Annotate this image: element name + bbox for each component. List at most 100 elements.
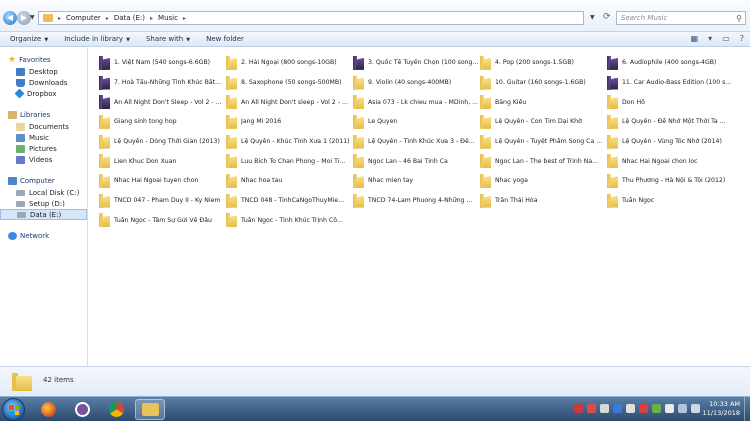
help-icon[interactable]: ?: [740, 34, 744, 43]
folder-item[interactable]: Nhac yoga: [480, 171, 607, 191]
antivirus-icon[interactable]: [574, 404, 583, 413]
folder-item[interactable]: Nhac hoa tau: [226, 171, 353, 191]
folder-item[interactable]: Lệ Quyên - Tình Khúc Xưa 3 - Đê...: [353, 132, 480, 152]
search-icon[interactable]: ⚲: [736, 13, 742, 25]
tray-app-icon[interactable]: [613, 404, 622, 413]
folder-item[interactable]: Trần Thái Hòa: [480, 191, 607, 211]
chevron-right-icon[interactable]: ▸: [183, 15, 186, 22]
breadcrumb-computer[interactable]: Computer: [66, 14, 101, 22]
chevron-right-icon[interactable]: ▸: [106, 15, 109, 22]
chevron-right-icon[interactable]: ▸: [150, 15, 153, 22]
flag-icon[interactable]: [665, 404, 674, 413]
start-button[interactable]: [2, 398, 25, 421]
breadcrumb-data-drive[interactable]: Data (E:): [114, 14, 145, 22]
nav-libraries[interactable]: Libraries: [0, 109, 87, 121]
refresh-icon[interactable]: ⟳: [603, 12, 611, 22]
folder-item[interactable]: 3. Quốc Tế Tuyển Chọn (100 songs-...: [353, 53, 480, 73]
folder-item[interactable]: Nhac Hai Ngoai chon loc: [607, 151, 734, 171]
show-desktop-button[interactable]: [744, 397, 750, 421]
taskbar-viber[interactable]: [67, 399, 97, 420]
clock-time: 10:33 AM: [709, 400, 740, 408]
nav-item-videos[interactable]: Videos: [0, 154, 87, 165]
nav-item-pictures[interactable]: Pictures: [0, 143, 87, 154]
nav-item-desktop[interactable]: Desktop: [0, 66, 87, 77]
forward-arrow-icon[interactable]: ▶: [17, 11, 31, 25]
folder-item[interactable]: Tuấn Ngọc: [607, 191, 734, 211]
folder-item[interactable]: Giang sinh tong hop: [99, 112, 226, 132]
chevron-down-icon[interactable]: ▾: [708, 34, 712, 43]
folder-item[interactable]: Lệ Quyên - Khúc Tình Xưa 1 (2011): [226, 132, 353, 152]
folder-item[interactable]: 2. Hải Ngoại (800 songs-10GB): [226, 53, 353, 73]
nav-item-downloads[interactable]: Downloads: [0, 77, 87, 88]
folder-item[interactable]: Lệ Quyên - Con Tim Dại Khờ: [480, 112, 607, 132]
preview-pane-icon[interactable]: ▭: [722, 34, 730, 43]
folder-item[interactable]: Nhac mien tay: [353, 171, 480, 191]
folder-item[interactable]: 1. Việt Nam (540 songs-6.6GB): [99, 53, 226, 73]
folder-item[interactable]: 8. Saxophone (50 songs-500MB): [226, 73, 353, 93]
folder-label: An All Night Don't Sleep - Vol 2 - ...: [114, 98, 222, 106]
folder-item[interactable]: 4. Pop (200 songs-1.5GB): [480, 53, 607, 73]
nav-item-dropbox[interactable]: Dropbox: [0, 88, 87, 99]
nav-item-local-disk-c[interactable]: Local Disk (C:): [0, 187, 87, 198]
nav-item-data-e[interactable]: Data (E:): [0, 209, 87, 220]
nav-computer[interactable]: Computer: [0, 175, 87, 187]
folder-item[interactable]: Ngoc Lan - 46 Bai Tinh Ca: [353, 151, 480, 171]
folder-item[interactable]: 7. Hoà Tấu-Những Tình Khúc Bất...: [99, 73, 226, 93]
folder-item[interactable]: Lệ Quyên - Dòng Thời Gian (2013): [99, 132, 226, 152]
share-with-menu[interactable]: Share with ▼: [146, 35, 190, 43]
chevron-right-icon[interactable]: ▸: [58, 15, 61, 22]
tray-app-icon[interactable]: [587, 404, 596, 413]
folder-item[interactable]: Le Quyen: [353, 112, 480, 132]
folder-item[interactable]: Nhac Hai Ngoai tuyen chon: [99, 171, 226, 191]
address-history-chevron-icon[interactable]: ▼: [590, 14, 595, 21]
folder-item[interactable]: TNCD 047 - Pham Duy II - Ky Niem: [99, 191, 226, 211]
folder-item[interactable]: Ngoc Lan - The best of Trinh Na...: [480, 151, 607, 171]
nav-item-documents[interactable]: Documents: [0, 121, 87, 132]
folder-item[interactable]: Asia 073 - Lk chieu mua - MDinh, ...: [353, 92, 480, 112]
folder-item[interactable]: Tuấn Ngọc - Tình Khúc Trịnh Cô...: [226, 211, 353, 231]
folder-item[interactable]: TNCD 048 - TinhCaNgoThuyMie...: [226, 191, 353, 211]
taskbar-chrome[interactable]: [101, 399, 131, 420]
back-arrow-icon[interactable]: ◀: [3, 11, 17, 25]
taskbar-firefox[interactable]: [33, 399, 63, 420]
tray-app-icon[interactable]: [600, 404, 609, 413]
folder-item[interactable]: Bằng Kiều: [480, 92, 607, 112]
include-in-library-menu[interactable]: Include in library ▼: [64, 35, 130, 43]
nav-network[interactable]: Network: [0, 230, 87, 242]
folder-item[interactable]: Lệ Quyên - Vùng Tóc Nhớ (2014): [607, 132, 734, 152]
folder-item[interactable]: Lien Khuc Don Xuan: [99, 151, 226, 171]
folder-item[interactable]: Tuấn Ngọc - Tâm Sự Gửi Về Đâu: [99, 211, 226, 231]
tray-app-icon[interactable]: [626, 404, 635, 413]
search-input[interactable]: Search Music ⚲: [616, 11, 746, 25]
folder-item[interactable]: Lệ Quyên - Tuyệt Phẩm Song Ca ...: [480, 132, 607, 152]
folder-item[interactable]: 6. Audiophile (400 songs-4GB): [607, 53, 734, 73]
nav-item-setup-d[interactable]: Setup (D:): [0, 198, 87, 209]
folder-item[interactable]: Don Hồ: [607, 92, 734, 112]
folder-item[interactable]: Lệ Quyên - Để Nhớ Một Thời Ta ...: [607, 112, 734, 132]
new-folder-button[interactable]: New folder: [206, 35, 244, 43]
clock[interactable]: 10:33 AM 11/13/2018: [703, 400, 740, 418]
volume-icon[interactable]: [691, 404, 700, 413]
folder-item[interactable]: TNCD 74-Lam Phuong 4-Những ...: [353, 191, 480, 211]
folder-item[interactable]: An All Night Don't Sleep - Vol 2 - ...: [99, 92, 226, 112]
folder-item[interactable]: Thu Phương - Hà Nội & Tôi (2012): [607, 171, 734, 191]
folder-item[interactable]: 10. Guitar (160 songs-1.6GB): [480, 73, 607, 93]
folder-item[interactable]: An All Night Don't sleep - Vol 2 - ...: [226, 92, 353, 112]
recent-pages-chevron-icon[interactable]: ▼: [30, 14, 35, 21]
folder-label: Ngoc Lan - 46 Bai Tinh Ca: [368, 157, 448, 165]
nav-favorites[interactable]: ★ Favorites: [0, 54, 87, 66]
folder-item[interactable]: Luu Bich To Chan Phong - Moi Ti...: [226, 151, 353, 171]
nav-item-music[interactable]: Music: [0, 132, 87, 143]
network-icon[interactable]: [678, 404, 687, 413]
breadcrumb-music[interactable]: Music: [158, 14, 178, 22]
breadcrumb[interactable]: ▸ Computer ▸ Data (E:) ▸ Music ▸: [38, 11, 584, 25]
folder-item[interactable]: Jang Mi 2016: [226, 112, 353, 132]
organize-menu[interactable]: Organize ▼: [10, 35, 48, 43]
view-options-icon[interactable]: ▦: [691, 34, 699, 43]
tray-app-icon[interactable]: [652, 404, 661, 413]
folder-item[interactable]: 11. Car Audio-Bass Edition (100 s...: [607, 73, 734, 93]
folder-item[interactable]: 9. Violin (40 songs-400MB): [353, 73, 480, 93]
folder-label: 9. Violin (40 songs-400MB): [368, 79, 452, 87]
tray-app-icon[interactable]: [639, 404, 648, 413]
taskbar-explorer[interactable]: [135, 399, 165, 420]
